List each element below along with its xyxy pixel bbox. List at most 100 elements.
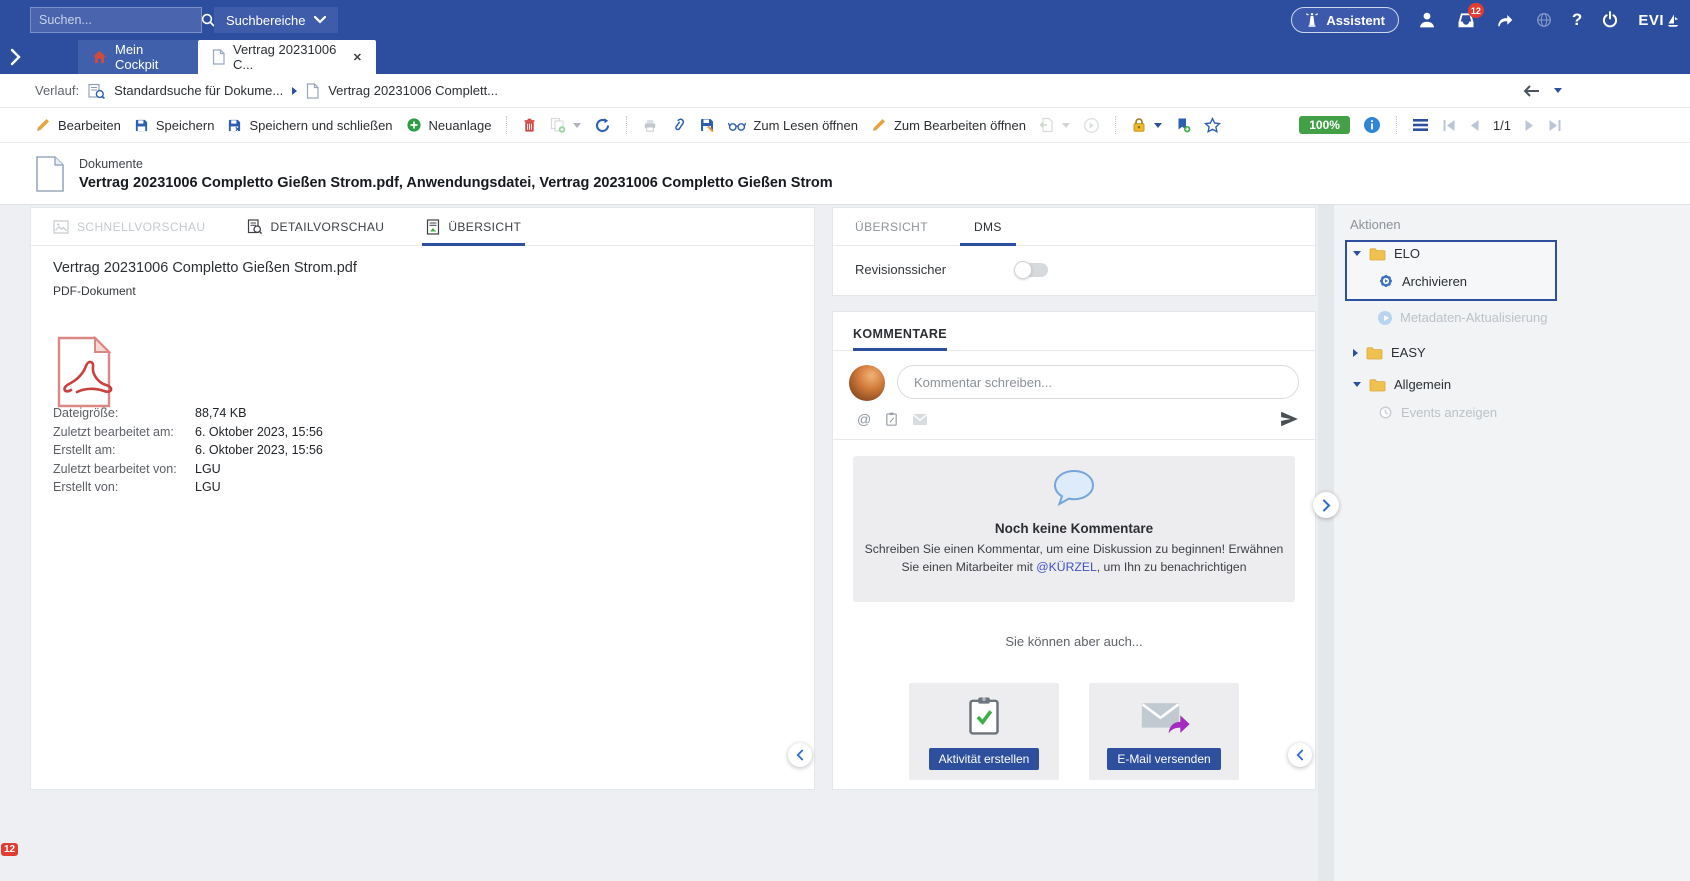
meta-row: Erstellt von:LGU — [53, 478, 323, 497]
envelope-icon[interactable] — [912, 413, 928, 426]
edit-button[interactable]: Bearbeiten — [35, 117, 121, 133]
tree-item-easy[interactable]: EASY — [1353, 345, 1426, 360]
topbar: Suchbereiche Assistent 12 ? EVI — [0, 0, 1690, 40]
copy-button[interactable] — [550, 117, 581, 133]
tab-document[interactable]: Vertrag 20231006 C... ✕ — [198, 40, 376, 74]
chevron-down-icon — [314, 16, 326, 24]
search-scopes-button[interactable]: Suchbereiche — [214, 7, 338, 33]
zoom-badge[interactable]: 100% — [1299, 116, 1350, 134]
search-scopes-label: Suchbereiche — [226, 13, 306, 28]
open-edit-button[interactable]: Zum Bearbeiten öffnen — [871, 117, 1026, 133]
globe-icon[interactable] — [1533, 9, 1555, 31]
collapse-preview-icon[interactable] — [788, 743, 812, 767]
attachment-button[interactable] — [671, 117, 686, 133]
page-indicator: 1/1 — [1493, 118, 1511, 133]
print-button[interactable] — [642, 118, 658, 133]
last-page-icon[interactable] — [1548, 119, 1562, 132]
preview-tabs: SCHNELLVORSCHAU DETAILVORSCHAU ÜBERSICHT — [31, 208, 814, 246]
chevron-down-icon[interactable] — [1154, 123, 1162, 128]
search-box[interactable] — [30, 7, 202, 33]
checkout-button[interactable] — [1039, 117, 1070, 133]
mention-icon[interactable]: @ — [857, 411, 871, 427]
send-icon[interactable] — [1280, 411, 1299, 427]
collapse-comments-icon[interactable] — [1288, 743, 1312, 767]
chevron-down-icon[interactable] — [1353, 382, 1361, 387]
envelope-forward-icon — [1089, 695, 1239, 737]
comments-empty-state: Noch keine Kommentare Schreiben Sie eine… — [853, 456, 1295, 602]
delete-button[interactable] — [522, 117, 537, 133]
chevron-down-icon[interactable] — [1062, 123, 1070, 128]
main-area: SCHNELLVORSCHAU DETAILVORSCHAU ÜBERSICHT… — [0, 205, 1690, 881]
user-icon[interactable] — [1416, 9, 1438, 31]
breadcrumb-item-search[interactable]: Standardsuche für Dokume... — [114, 83, 283, 98]
tab-detailvorschau[interactable]: DETAILVORSCHAU — [247, 208, 384, 245]
send-email-button[interactable]: E-Mail versenden — [1107, 748, 1220, 770]
prev-page-icon[interactable] — [1469, 119, 1480, 132]
save-button[interactable]: Speichern — [134, 118, 215, 133]
expand-actions-icon[interactable] — [1313, 492, 1339, 518]
tab-schnellvorschau: SCHNELLVORSCHAU — [53, 208, 205, 245]
meta-row: Zuletzt bearbeitet von:LGU — [53, 460, 323, 479]
subscribe-button[interactable] — [1175, 117, 1191, 133]
close-icon[interactable]: ✕ — [353, 51, 362, 64]
back-arrow-icon[interactable] — [1522, 84, 1540, 98]
file-name: Vertrag 20231006 Completto Gießen Strom.… — [53, 260, 357, 276]
comment-input[interactable] — [897, 365, 1299, 399]
send-email-card[interactable]: E-Mail versenden — [1089, 683, 1239, 780]
workflow-button[interactable] — [1083, 117, 1100, 134]
checkin-button[interactable] — [699, 117, 715, 133]
info-icon[interactable] — [1363, 116, 1381, 134]
power-icon[interactable] — [1599, 9, 1621, 31]
glasses-icon — [728, 119, 746, 132]
corner-badge[interactable]: 12 — [1, 843, 18, 856]
favorite-button[interactable] — [1204, 117, 1221, 134]
tree-item-archivieren[interactable]: Archivieren — [1378, 273, 1467, 289]
new-button[interactable]: Neuanlage — [406, 117, 492, 133]
lock-button[interactable] — [1131, 117, 1162, 133]
inbox-icon[interactable]: 12 — [1455, 9, 1477, 31]
create-activity-card[interactable]: Aktivität erstellen — [909, 683, 1059, 780]
breadcrumb-item-doc[interactable]: Vertrag 20231006 Complett... — [328, 83, 498, 98]
help-button[interactable]: ? — [1572, 10, 1582, 30]
plus-circle-icon — [406, 117, 422, 133]
folder-icon — [1369, 378, 1386, 392]
revisionssicher-toggle[interactable] — [1016, 263, 1048, 277]
create-activity-button[interactable]: Aktivität erstellen — [929, 748, 1040, 770]
revisionssicher-label: Revisionssicher — [855, 262, 946, 277]
tab-mein-cockpit[interactable]: Mein Cockpit — [78, 40, 198, 74]
inbox-badge: 12 — [1468, 3, 1484, 18]
pencil-icon — [35, 117, 51, 133]
search-list-icon — [88, 83, 105, 99]
tab-dms[interactable]: DMS — [974, 208, 1002, 245]
folder-icon — [1366, 346, 1383, 360]
save-close-button[interactable]: Speichern und schließen — [227, 118, 392, 133]
assistant-button[interactable]: Assistent — [1291, 7, 1399, 33]
chevron-down-icon[interactable] — [1353, 251, 1361, 256]
expand-panel-icon[interactable] — [10, 48, 21, 66]
paperclip-icon — [671, 117, 686, 133]
tab-dms-uebersicht[interactable]: ÜBERSICHT — [855, 208, 928, 245]
history-dropdown-icon[interactable] — [1554, 88, 1562, 93]
pencil-icon — [871, 117, 887, 133]
open-read-button[interactable]: Zum Lesen öffnen — [728, 118, 858, 133]
assistant-label: Assistent — [1326, 13, 1385, 28]
document-icon — [35, 155, 65, 193]
chevron-right-icon[interactable] — [1353, 349, 1358, 357]
clipboard-pencil-icon[interactable] — [884, 411, 899, 427]
document-category: Dokumente — [79, 157, 833, 171]
bookmark-plus-icon — [1175, 117, 1191, 133]
refresh-button[interactable] — [594, 117, 611, 134]
comments-header: KOMMENTARE — [853, 327, 947, 350]
search-input[interactable] — [39, 13, 200, 27]
tree-item-allgemein[interactable]: Allgemein — [1353, 377, 1451, 392]
chevron-down-icon[interactable] — [573, 123, 581, 128]
first-page-icon[interactable] — [1442, 119, 1456, 132]
toolbar-right: 100% 1/1 — [1299, 116, 1562, 134]
menu-icon[interactable] — [1412, 118, 1429, 132]
tree-item-elo[interactable]: ELO — [1353, 246, 1420, 261]
next-page-icon[interactable] — [1524, 119, 1535, 132]
tab-uebersicht[interactable]: ÜBERSICHT — [426, 208, 521, 245]
file-meta: Dateigröße:88,74 KB Zuletzt bearbeitet a… — [53, 404, 323, 497]
brand-text: EVI — [1638, 12, 1664, 29]
redo-icon[interactable] — [1494, 9, 1516, 31]
